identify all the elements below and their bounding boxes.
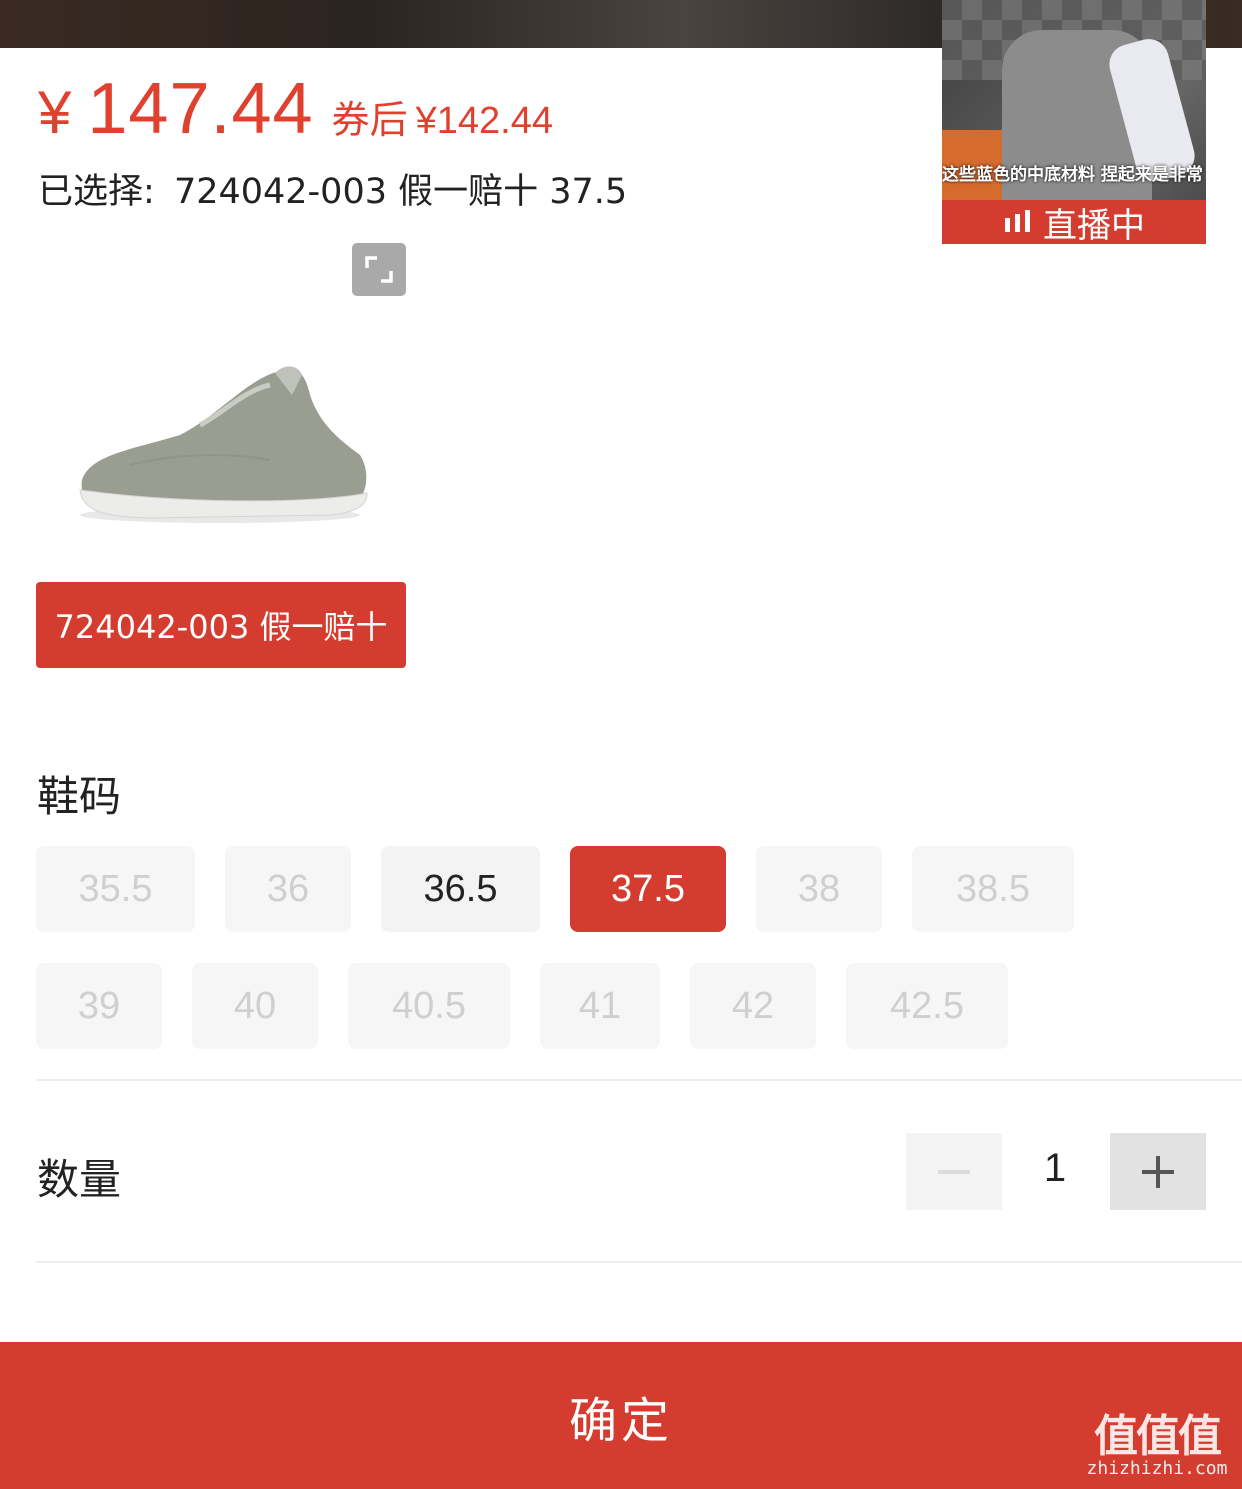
coupon-price: ¥142.44 <box>415 100 553 142</box>
size-option-40[interactable]: 40 <box>192 963 318 1049</box>
live-status-bar: 直播中 <box>942 200 1206 244</box>
expand-icon <box>365 256 393 283</box>
divider <box>36 1079 1242 1081</box>
selected-value: 724042-003 假一赔十 37.5 <box>173 172 628 212</box>
price-value: 147.44 <box>87 69 314 149</box>
live-bars-icon <box>1005 210 1030 232</box>
divider <box>36 1261 1242 1263</box>
selected-summary: 已选择: 724042-003 假一赔十 37.5 <box>38 163 627 214</box>
size-option-40-5[interactable]: 40.5 <box>348 963 510 1049</box>
size-option-38-5[interactable]: 38.5 <box>912 846 1074 932</box>
size-option-38[interactable]: 38 <box>756 846 882 932</box>
size-option-36[interactable]: 36 <box>225 846 351 932</box>
price-row: ¥ 147.44 券后 ¥142.44 <box>38 68 553 149</box>
coupon-label: 券后 <box>331 98 408 142</box>
plus-icon <box>1142 1155 1174 1188</box>
size-option-42-5[interactable]: 42.5 <box>846 963 1008 1049</box>
live-caption: 这些蓝色的中底材料 捏起来是非常 <box>942 165 1203 185</box>
price-currency: ¥ <box>38 79 72 146</box>
size-option-35-5[interactable]: 35.5 <box>36 846 195 932</box>
size-option-41[interactable]: 41 <box>540 963 660 1049</box>
sku-selector-sheet <box>0 48 1242 1489</box>
live-status-text: 直播中 <box>1043 205 1145 245</box>
quantity-increase-button[interactable] <box>1110 1133 1206 1210</box>
product-thumbnail[interactable] <box>70 355 380 530</box>
quantity-section-title: 数量 <box>37 1155 122 1204</box>
size-section-title: 鞋码 <box>37 772 122 821</box>
live-stream-window[interactable]: 这些蓝色的中底材料 捏起来是非常 直播中 <box>942 0 1206 244</box>
selected-label: 已选择: <box>38 172 155 212</box>
watermark-brand: 值值值 <box>1094 1411 1222 1462</box>
expand-image-button[interactable] <box>352 243 406 296</box>
size-option-42[interactable]: 42 <box>690 963 816 1049</box>
watermark-url: zhizhizhi.com <box>1086 1458 1228 1479</box>
confirm-button[interactable]: 确定 <box>0 1342 1242 1489</box>
watermark-logo: 值值值 zhizhizhi.com <box>1082 1400 1232 1485</box>
size-option-39[interactable]: 39 <box>36 963 162 1049</box>
size-option-36-5[interactable]: 36.5 <box>381 846 540 932</box>
variant-option-selected[interactable]: 724042-003 假一赔十 <box>36 582 406 668</box>
quantity-value[interactable]: 1 <box>1010 1146 1100 1191</box>
size-option-37-5[interactable]: 37.5 <box>570 846 726 932</box>
quantity-decrease-button[interactable] <box>906 1133 1002 1210</box>
minus-icon <box>938 1169 970 1174</box>
